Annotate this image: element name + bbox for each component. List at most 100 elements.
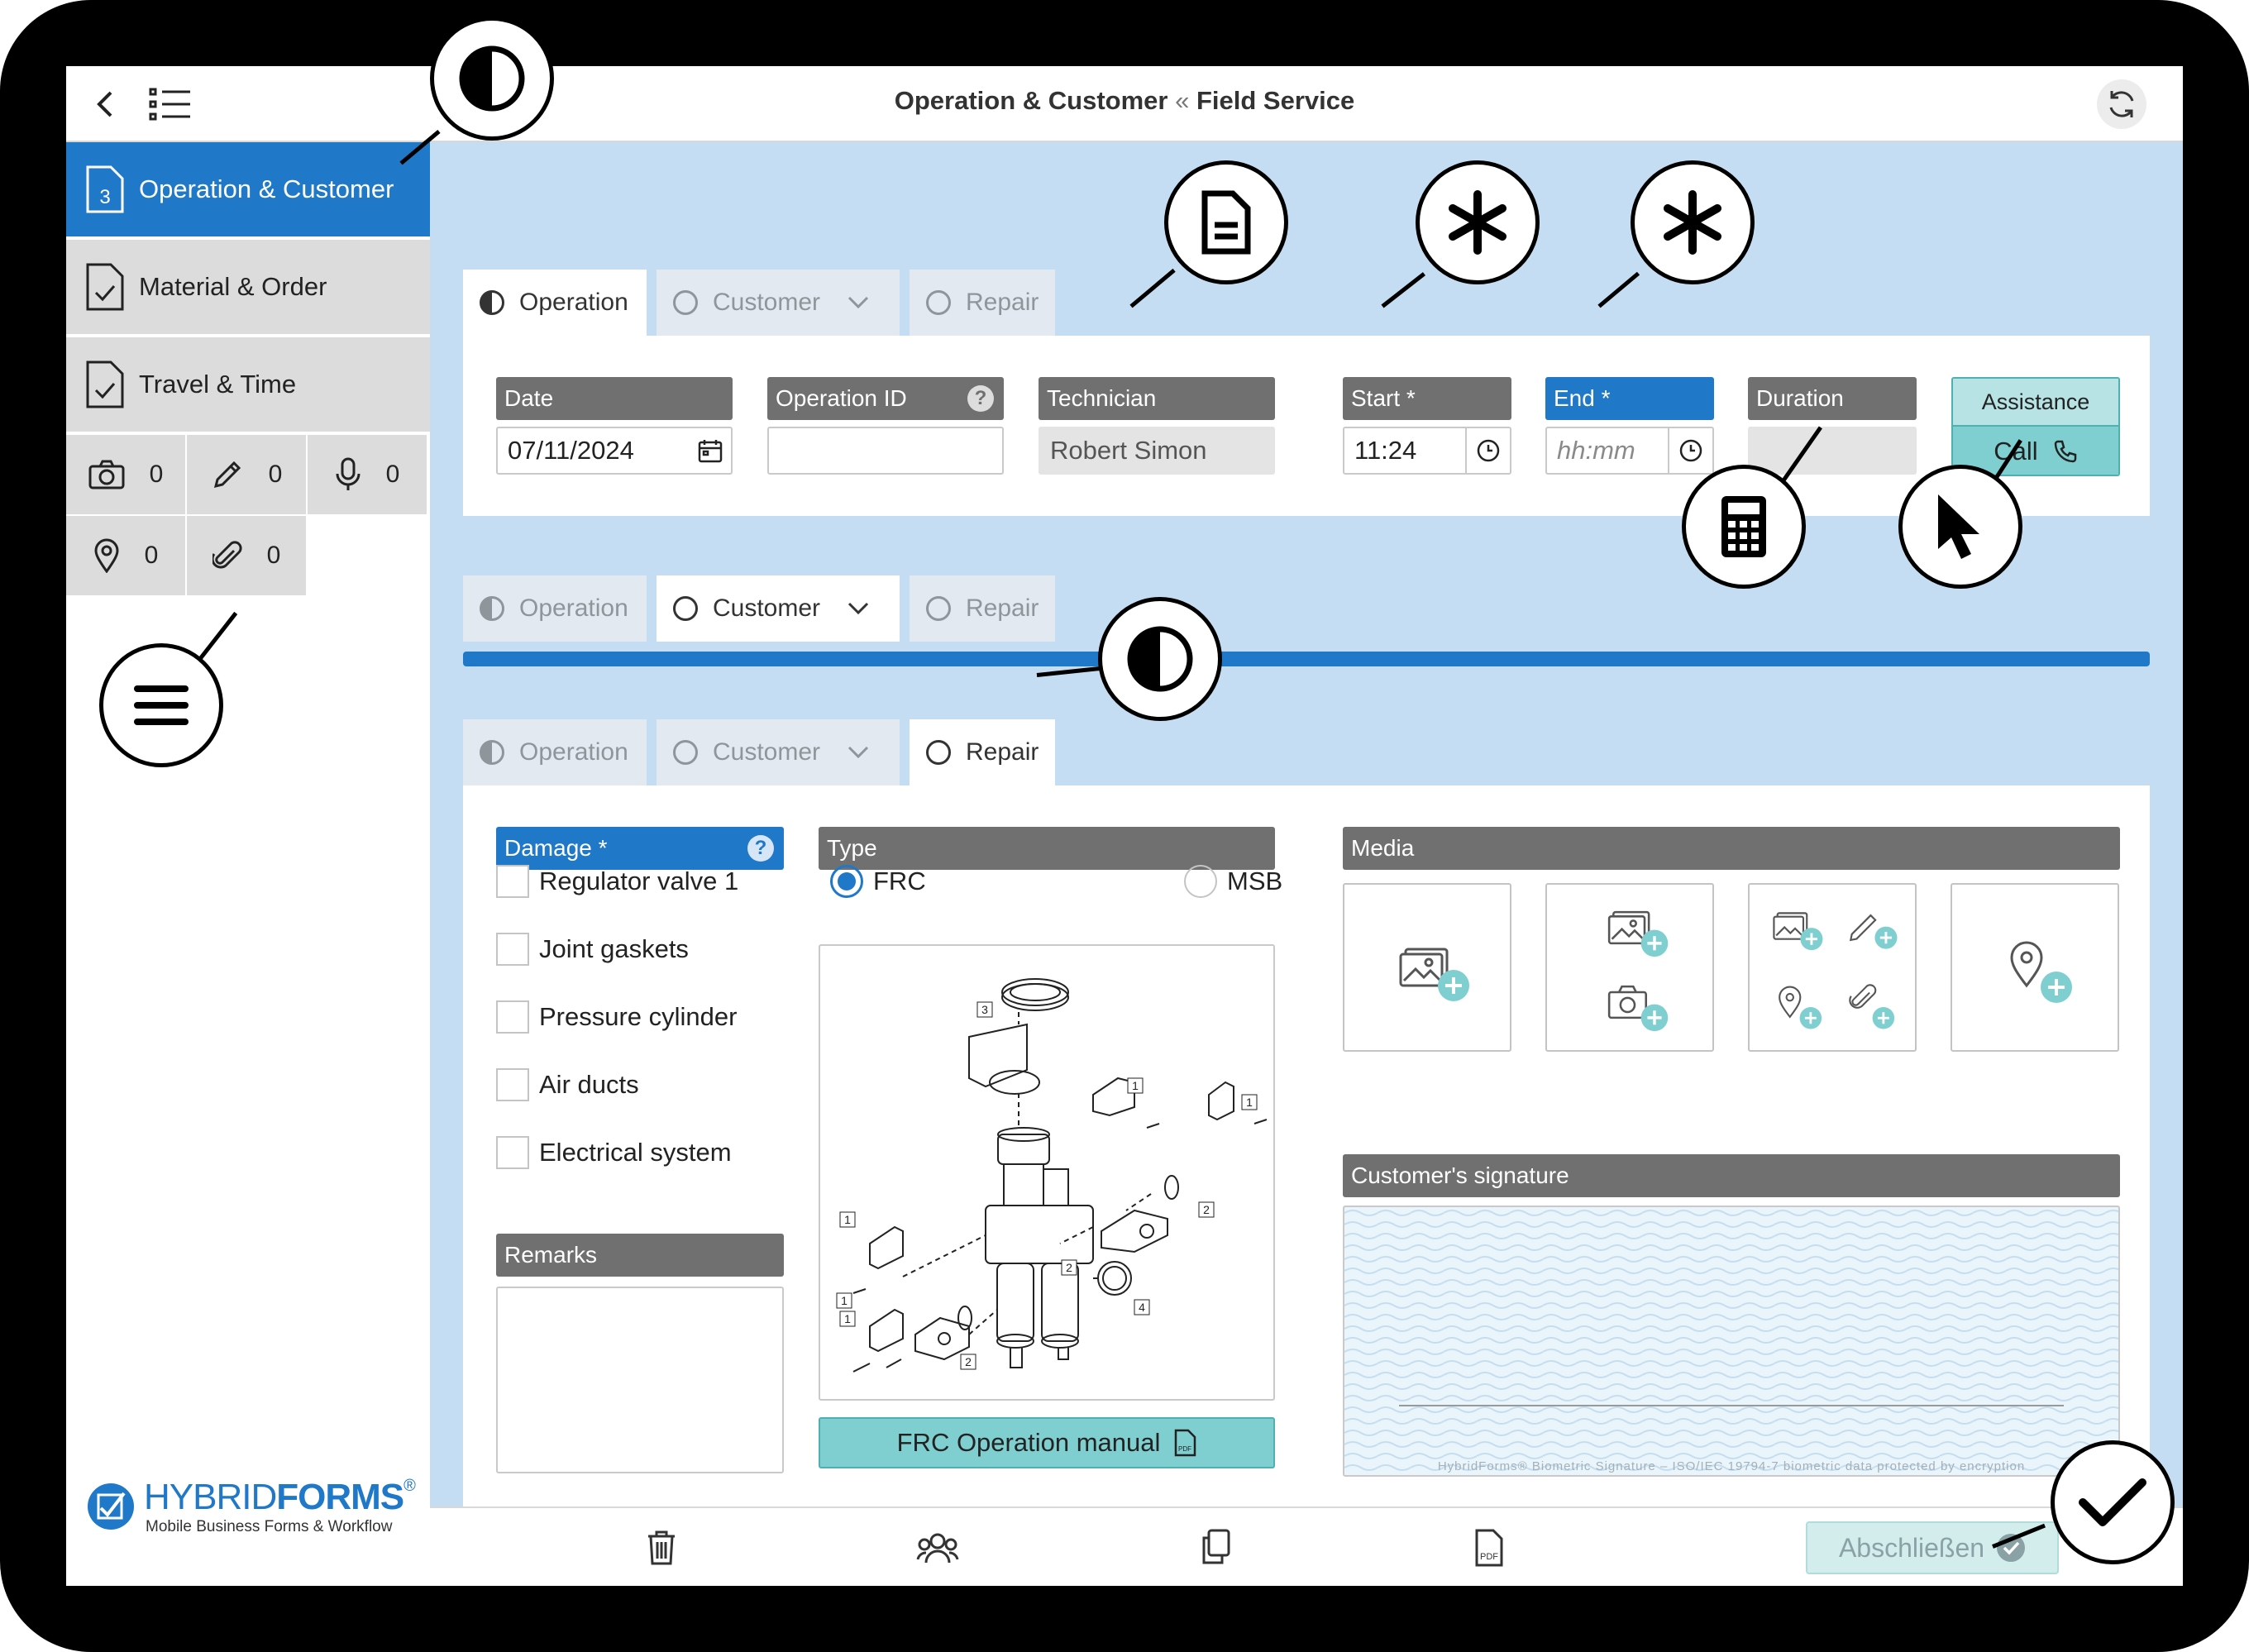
audio-counter[interactable]: 0: [308, 435, 427, 514]
pdf-icon: PDF: [1175, 1429, 1196, 1457]
chevron-down-icon: [848, 602, 869, 615]
page-title: Operation & Customer « Field Service: [894, 86, 1355, 115]
callout-calculator: [1682, 465, 1806, 589]
chevron-down-icon: [848, 746, 869, 759]
frc-diagram-image: 3 1 1 1 2 1 1 2 4 2: [836, 978, 1268, 1373]
sync-button[interactable]: [2097, 79, 2146, 129]
brand-name-bold: FORMS: [276, 1477, 404, 1517]
add-image-button[interactable]: [1343, 883, 1511, 1052]
assistance-label: Assistance: [1953, 379, 2118, 425]
add-image-icon: [1607, 910, 1669, 957]
help-icon[interactable]: ?: [967, 385, 994, 412]
clock-icon[interactable]: [1679, 439, 1702, 462]
callout-asterisk-end: [1631, 160, 1755, 284]
diagram-label: 2: [1066, 1261, 1072, 1274]
callout-document: [1164, 160, 1288, 284]
tab-customer[interactable]: Customer: [657, 575, 900, 642]
tab-operation[interactable]: Operation: [463, 719, 647, 785]
trash-icon[interactable]: [645, 1530, 678, 1566]
callout-half-circle-repair: [1098, 597, 1222, 721]
customer-section-divider: [463, 652, 2150, 666]
type-option-msb[interactable]: MSB: [1184, 865, 1282, 898]
technician-label: Technician: [1039, 377, 1275, 420]
end-time-field[interactable]: hh:mm: [1545, 427, 1714, 475]
radio-empty-icon: [1184, 865, 1217, 898]
callout-pointer: [1898, 465, 2022, 589]
tab-operation[interactable]: Operation: [463, 270, 647, 336]
damage-option[interactable]: Electrical system: [496, 1136, 732, 1169]
duration-label: Duration: [1748, 377, 1917, 420]
signature-background-pattern: [1344, 1207, 2118, 1475]
add-multiple-media-button[interactable]: [1748, 883, 1917, 1052]
add-image-or-photo-button[interactable]: [1545, 883, 1714, 1052]
sidebar-item-label: Material & Order: [139, 272, 327, 301]
copy-icon[interactable]: [1199, 1528, 1232, 1566]
document-number-icon: 3: [86, 165, 124, 213]
signature-footer-text: HybridForms® Biometric Signature – ISO/I…: [1437, 1459, 2026, 1473]
tab-operation[interactable]: Operation: [463, 575, 647, 642]
brand-tagline: Mobile Business Forms & Workflow: [146, 1518, 393, 1535]
sidebar-item-material-order[interactable]: Material & Order: [66, 240, 430, 336]
diagram-label: 1: [1246, 1096, 1253, 1109]
type-option-frc[interactable]: FRC: [830, 865, 926, 898]
tab-repair[interactable]: Repair: [910, 575, 1055, 642]
technician-field: Robert Simon: [1039, 427, 1275, 475]
media-label: Media: [1343, 827, 2120, 870]
sidebar-item-label: Operation & Customer: [139, 174, 394, 203]
callout-half-circle: [430, 17, 554, 141]
damage-option[interactable]: Regulator valve 1: [496, 865, 738, 898]
callout-hamburger: [99, 643, 223, 767]
photo-counter[interactable]: 0: [66, 435, 185, 514]
damage-option[interactable]: Joint gaskets: [496, 933, 689, 966]
location-pin-icon: [94, 538, 119, 573]
sidebar-item-label: Travel & Time: [139, 370, 297, 399]
sidebar-item-travel-time[interactable]: Travel & Time: [66, 337, 430, 433]
damage-option[interactable]: Air ducts: [496, 1068, 639, 1101]
remarks-textarea[interactable]: [496, 1287, 784, 1473]
brand-logo: HYBRIDFORMS® Mobile Business Forms & Wor…: [86, 1473, 417, 1540]
duration-field: [1748, 427, 1917, 475]
sidebar-item-operation-customer[interactable]: 3 Operation & Customer: [66, 142, 430, 238]
users-icon[interactable]: [916, 1530, 959, 1566]
paperclip-icon: [212, 541, 242, 569]
date-field[interactable]: 07/11/2024: [496, 427, 733, 475]
add-location-button[interactable]: [1951, 883, 2119, 1052]
empty-circle-icon: [673, 740, 698, 765]
phone-icon: [2054, 440, 2076, 463]
end-label: End *: [1545, 377, 1714, 420]
start-label: Start *: [1343, 377, 1511, 420]
add-sketch-icon: [1849, 914, 1898, 949]
start-time-field[interactable]: 11:24: [1343, 427, 1511, 475]
sync-icon: [2109, 91, 2134, 117]
add-image-icon: [1773, 912, 1823, 951]
bottom-toolbar: PDF Abschließen: [430, 1506, 2183, 1586]
pdf-export-icon[interactable]: PDF: [1473, 1528, 1506, 1568]
tab-customer[interactable]: Customer: [657, 719, 900, 785]
half-filled-circle-icon: [480, 290, 504, 315]
help-icon[interactable]: ?: [747, 835, 774, 862]
clock-icon[interactable]: [1477, 439, 1500, 462]
tab-repair[interactable]: Repair: [910, 719, 1055, 785]
empty-circle-icon: [926, 290, 951, 315]
frc-manual-button[interactable]: FRC Operation manual PDF: [819, 1417, 1275, 1468]
attachment-counter[interactable]: 0: [187, 516, 306, 595]
empty-circle-icon: [673, 596, 698, 621]
add-photo-icon: [1607, 985, 1669, 1032]
document-check-icon: [86, 360, 124, 408]
damage-option[interactable]: Pressure cylinder: [496, 1000, 737, 1034]
operation-id-field[interactable]: [767, 427, 1004, 475]
signature-pad[interactable]: HybridForms® Biometric Signature – ISO/I…: [1343, 1206, 2120, 1477]
brand-name-light: HYBRID: [144, 1477, 277, 1517]
chevron-down-icon: [848, 296, 869, 309]
signature-label: Customer's signature: [1343, 1154, 2120, 1197]
callout-checkmark: [2051, 1440, 2175, 1564]
half-filled-circle-icon: [480, 596, 504, 621]
sketch-counter[interactable]: 0: [187, 435, 306, 514]
finish-button[interactable]: Abschließen: [1806, 1521, 2059, 1574]
checkmark-icon: [2079, 1478, 2146, 1526]
tab-customer[interactable]: Customer: [657, 270, 900, 336]
location-counter[interactable]: 0: [66, 516, 185, 595]
svg-text:PDF: PDF: [1480, 1552, 1498, 1562]
tab-repair[interactable]: Repair: [910, 270, 1055, 336]
calendar-icon[interactable]: [698, 438, 723, 463]
